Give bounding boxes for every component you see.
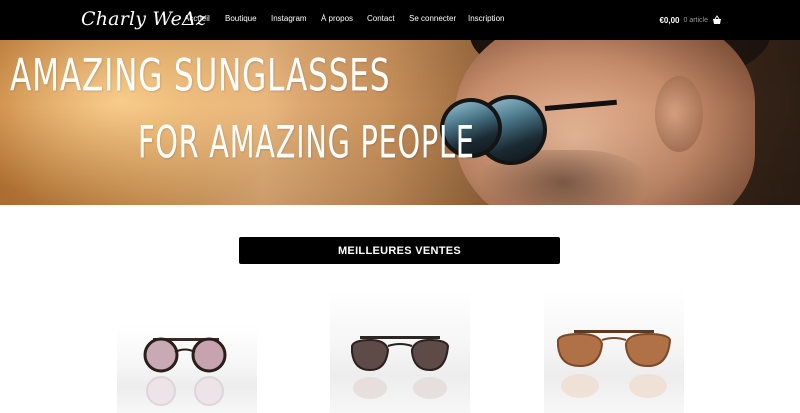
hero-tagline-line1: Amazing sunglasses bbox=[10, 50, 391, 102]
nav-se-connecter[interactable]: Se connecter bbox=[409, 14, 456, 23]
product-card-2[interactable] bbox=[330, 288, 470, 413]
cart-link[interactable]: €0,00 0 article bbox=[659, 13, 722, 27]
nav-a-propos[interactable]: À propos bbox=[321, 14, 353, 23]
product-card-1[interactable] bbox=[117, 325, 257, 413]
nav-instagram[interactable]: Instagram bbox=[271, 14, 307, 23]
cart-total: €0,00 bbox=[659, 15, 680, 25]
product-image-2 bbox=[351, 336, 450, 399]
site-header: Charly WeΔz Accueil Boutique Instagram À… bbox=[0, 0, 800, 40]
cart-item-count: 0 article bbox=[683, 16, 708, 24]
nav-accueil[interactable]: Accueil bbox=[184, 14, 210, 23]
nav-boutique[interactable]: Boutique bbox=[225, 14, 257, 23]
nav-contact[interactable]: Contact bbox=[367, 14, 395, 23]
hero-tagline-line2: for amazing people bbox=[138, 117, 475, 169]
basket-icon[interactable] bbox=[712, 15, 722, 25]
bestsellers-heading[interactable]: MEILLEURES VENTES bbox=[239, 237, 560, 264]
product-image-1 bbox=[143, 337, 227, 406]
nav-inscription[interactable]: Inscription bbox=[468, 14, 504, 23]
product-image-3 bbox=[557, 330, 672, 398]
product-card-3[interactable] bbox=[544, 288, 684, 413]
